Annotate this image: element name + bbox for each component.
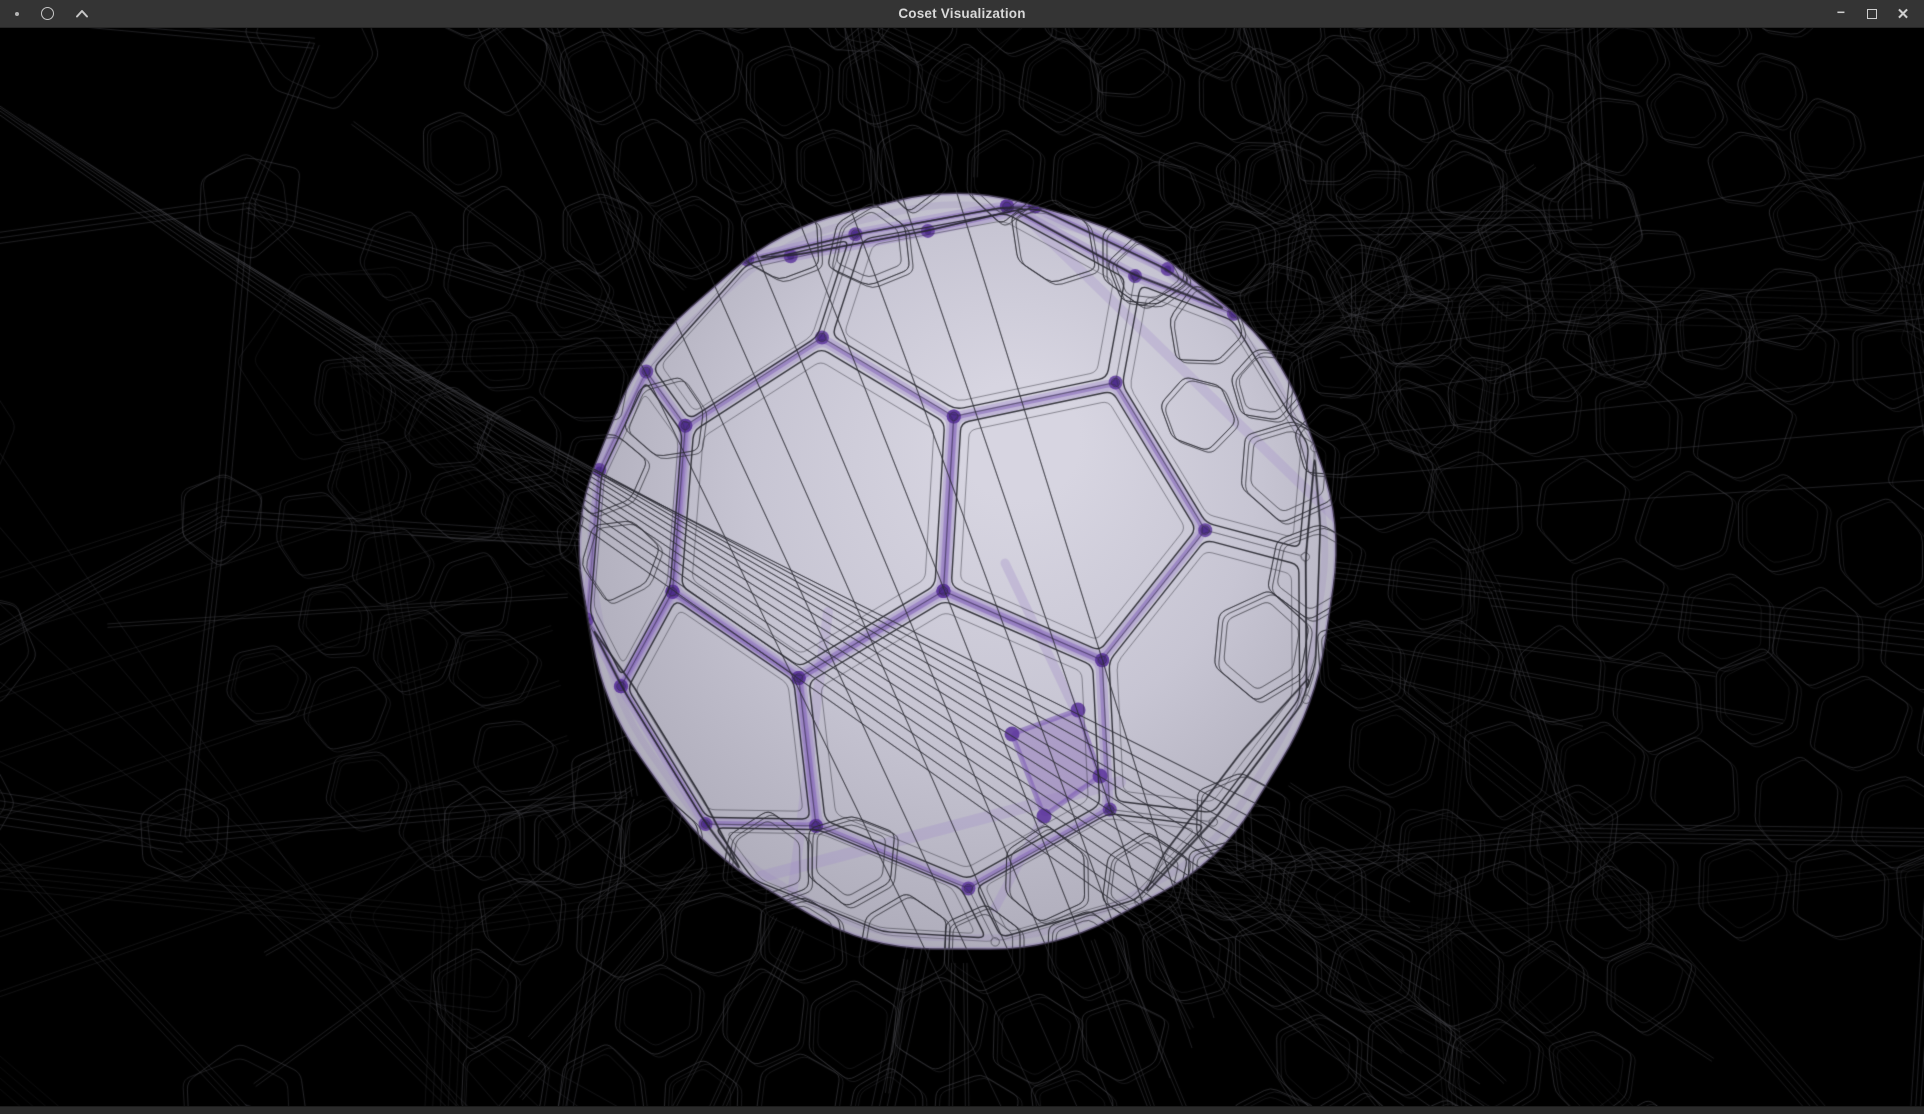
window-title: Coset Visualization (0, 6, 1924, 21)
app-window: Coset Visualization − ✕ (0, 0, 1924, 1114)
close-button[interactable]: ✕ (1892, 3, 1914, 25)
titlebar[interactable]: Coset Visualization − ✕ (0, 0, 1924, 28)
window-bottom-border (0, 1106, 1924, 1114)
chevron-up-icon[interactable] (75, 9, 89, 18)
circle-icon[interactable] (41, 7, 54, 20)
maximize-button[interactable] (1861, 3, 1883, 25)
coset-3d-viewport[interactable] (0, 28, 1924, 1106)
status-dot-icon (15, 12, 19, 16)
minimize-button[interactable]: − (1830, 3, 1852, 25)
maximize-icon (1867, 9, 1877, 19)
